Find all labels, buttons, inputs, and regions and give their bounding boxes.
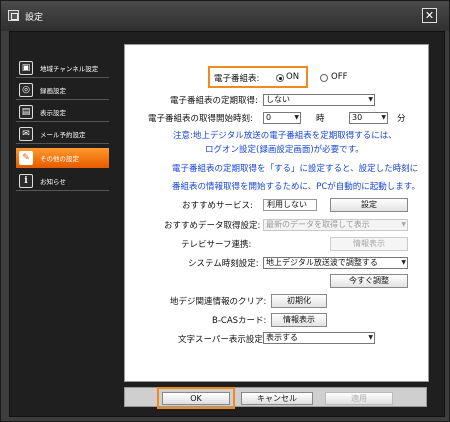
- note-line-2: ログオン設定(録画設定画面)が必要です。: [205, 145, 364, 155]
- sidebar-item-notices[interactable]: i お知らせ: [16, 171, 109, 191]
- sidebar-item-recording[interactable]: ◎ 録画設定: [16, 80, 109, 100]
- window-title: 設定: [25, 13, 44, 23]
- system-clock-label: システム時刻設定:: [188, 259, 259, 269]
- recommend-service-settings-button[interactable]: 設定: [330, 198, 408, 212]
- note-line-3: 電子番組表の定期取得を「する」に設定すると、設定した時刻に: [172, 164, 419, 174]
- display-settings-icon: ▤: [19, 105, 33, 119]
- tools-icon: ✎: [19, 151, 33, 165]
- sidebar-item-other-settings[interactable]: ✎ その他の設定: [16, 148, 109, 168]
- note-line-1: 注意:地上デジタル放送の電子番組表を定期取得するには、: [173, 131, 397, 141]
- sidebar-item-label: お知らせ: [40, 178, 66, 186]
- record-icon: ◎: [19, 83, 33, 97]
- epg-start-hour-select[interactable]: 0: [263, 112, 301, 124]
- recommend-data-label: おすすめデータ取得設定:: [164, 221, 261, 231]
- epg-label: 電子番組表:: [214, 74, 260, 84]
- epg-periodic-label: 電子番組表の定期取得:: [170, 96, 258, 106]
- sidebar-item-label: 地域チャンネル設定: [40, 65, 99, 73]
- note-line-4: 番組表の情報取得を開始するために、PCが自動的に起動します。: [172, 182, 420, 192]
- close-button[interactable]: ✕: [422, 8, 437, 23]
- settings-window-icon: [8, 10, 19, 21]
- bcas-info-button[interactable]: 情報表示: [271, 313, 327, 327]
- system-clock-select[interactable]: 地上デジタル放送波で調整する: [263, 257, 408, 269]
- digital-clear-label: 地デジ関連情報のクリア:: [170, 297, 267, 307]
- epg-start-minute-select[interactable]: 30: [349, 112, 388, 124]
- tvsurfer-info-button[interactable]: 情報表示: [330, 237, 408, 251]
- info-icon: i: [19, 174, 33, 188]
- adjust-now-button[interactable]: 今すぐ調整: [330, 274, 408, 288]
- recommend-service-label: おすすめサービス:: [182, 201, 253, 211]
- title-bar: 設定 ✕: [1, 1, 449, 31]
- superimpose-label: 文字スーパー表示設定:: [178, 335, 266, 345]
- epg-on-label: ON: [286, 72, 300, 82]
- recommend-service-value: 利用しない: [263, 199, 317, 211]
- mail-icon: ✉: [19, 127, 33, 141]
- sidebar-item-label: 表示設定: [40, 109, 66, 117]
- sidebar-item-display[interactable]: ▤ 表示設定: [16, 102, 109, 122]
- epg-periodic-select[interactable]: しない: [263, 94, 375, 106]
- hour-unit: 時: [316, 114, 325, 124]
- tv-antenna-icon: ▣: [19, 61, 33, 75]
- epg-off-label: OFF: [331, 72, 348, 82]
- sidebar-item-label: メール予約設定: [40, 131, 86, 139]
- epg-off-radio[interactable]: [320, 74, 328, 82]
- recommend-data-select[interactable]: 最新のデータを取得して表示: [263, 219, 408, 231]
- sidebar-item-label: 録画設定: [40, 87, 66, 95]
- apply-button[interactable]: 適用: [325, 392, 393, 405]
- sidebar-item-label: その他の設定: [40, 155, 79, 163]
- tvsurfer-label: テレビサーフ連携:: [181, 240, 252, 250]
- initialize-button[interactable]: 初期化: [271, 294, 327, 308]
- sidebar-item-mail-reservation[interactable]: ✉ メール予約設定: [16, 124, 109, 144]
- epg-start-time-label: 電子番組表の取得開始時刻:: [148, 114, 253, 124]
- bcas-label: B-CASカード:: [212, 316, 267, 326]
- minute-unit: 分: [397, 114, 406, 124]
- superimpose-select[interactable]: 表示する: [263, 332, 375, 344]
- cancel-button[interactable]: キャンセル: [241, 392, 313, 405]
- sidebar-item-region-channel[interactable]: ▣ 地域チャンネル設定: [16, 58, 109, 78]
- ok-highlight: [157, 387, 235, 409]
- epg-on-radio[interactable]: [276, 74, 284, 82]
